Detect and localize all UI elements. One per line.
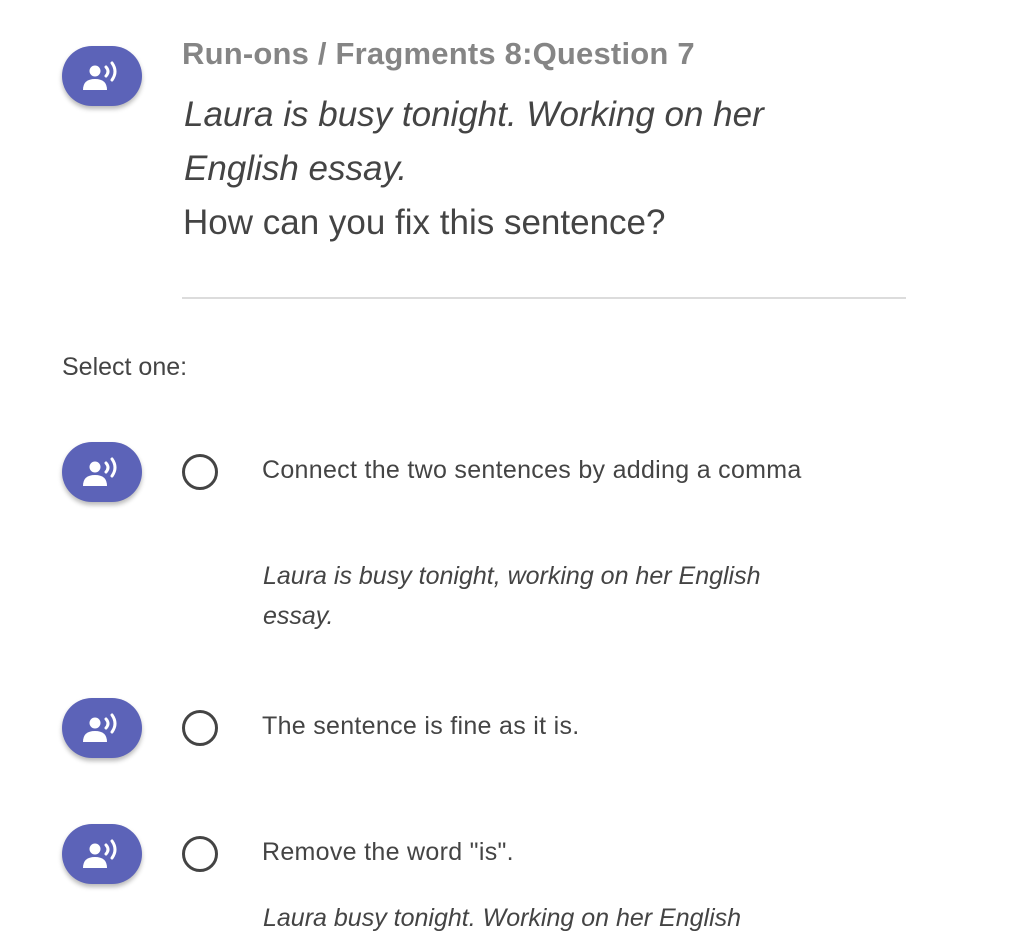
option-3-radio[interactable] bbox=[182, 836, 218, 872]
speaker-person-icon bbox=[83, 713, 117, 742]
question-prompt: How can you fix this sentence? bbox=[183, 203, 666, 242]
option-1-example: Laura is busy tonight, working on her En… bbox=[263, 562, 761, 630]
question-read-aloud-button[interactable] bbox=[62, 46, 142, 106]
option-3-example: Laura busy tonight. Working on her Engli… bbox=[263, 904, 742, 932]
option-1-label[interactable]: Connect the two sentences by adding a co… bbox=[262, 450, 802, 490]
question-title: Run-ons / Fragments 8:Question 7 bbox=[182, 36, 695, 71]
option-3-read-aloud-button[interactable] bbox=[62, 824, 142, 884]
option-2-radio[interactable] bbox=[182, 710, 218, 746]
speaker-person-icon bbox=[83, 457, 117, 486]
speaker-person-icon bbox=[83, 61, 117, 90]
option-1-radio[interactable] bbox=[182, 454, 218, 490]
option-3-label[interactable]: Remove the word "is". bbox=[262, 832, 802, 872]
option-1-read-aloud-button[interactable] bbox=[62, 442, 142, 502]
option-2-read-aloud-button[interactable] bbox=[62, 698, 142, 758]
question-stem: Laura is busy tonight. Working on her En… bbox=[184, 95, 764, 188]
quiz-page: Run-ons / Fragments 8:Question 7 Laura i… bbox=[0, 0, 1030, 933]
select-one-label: Select one: bbox=[62, 353, 188, 381]
speaker-person-icon bbox=[83, 839, 117, 868]
question-divider bbox=[182, 297, 906, 299]
option-2-label[interactable]: The sentence is fine as it is. bbox=[262, 706, 802, 746]
